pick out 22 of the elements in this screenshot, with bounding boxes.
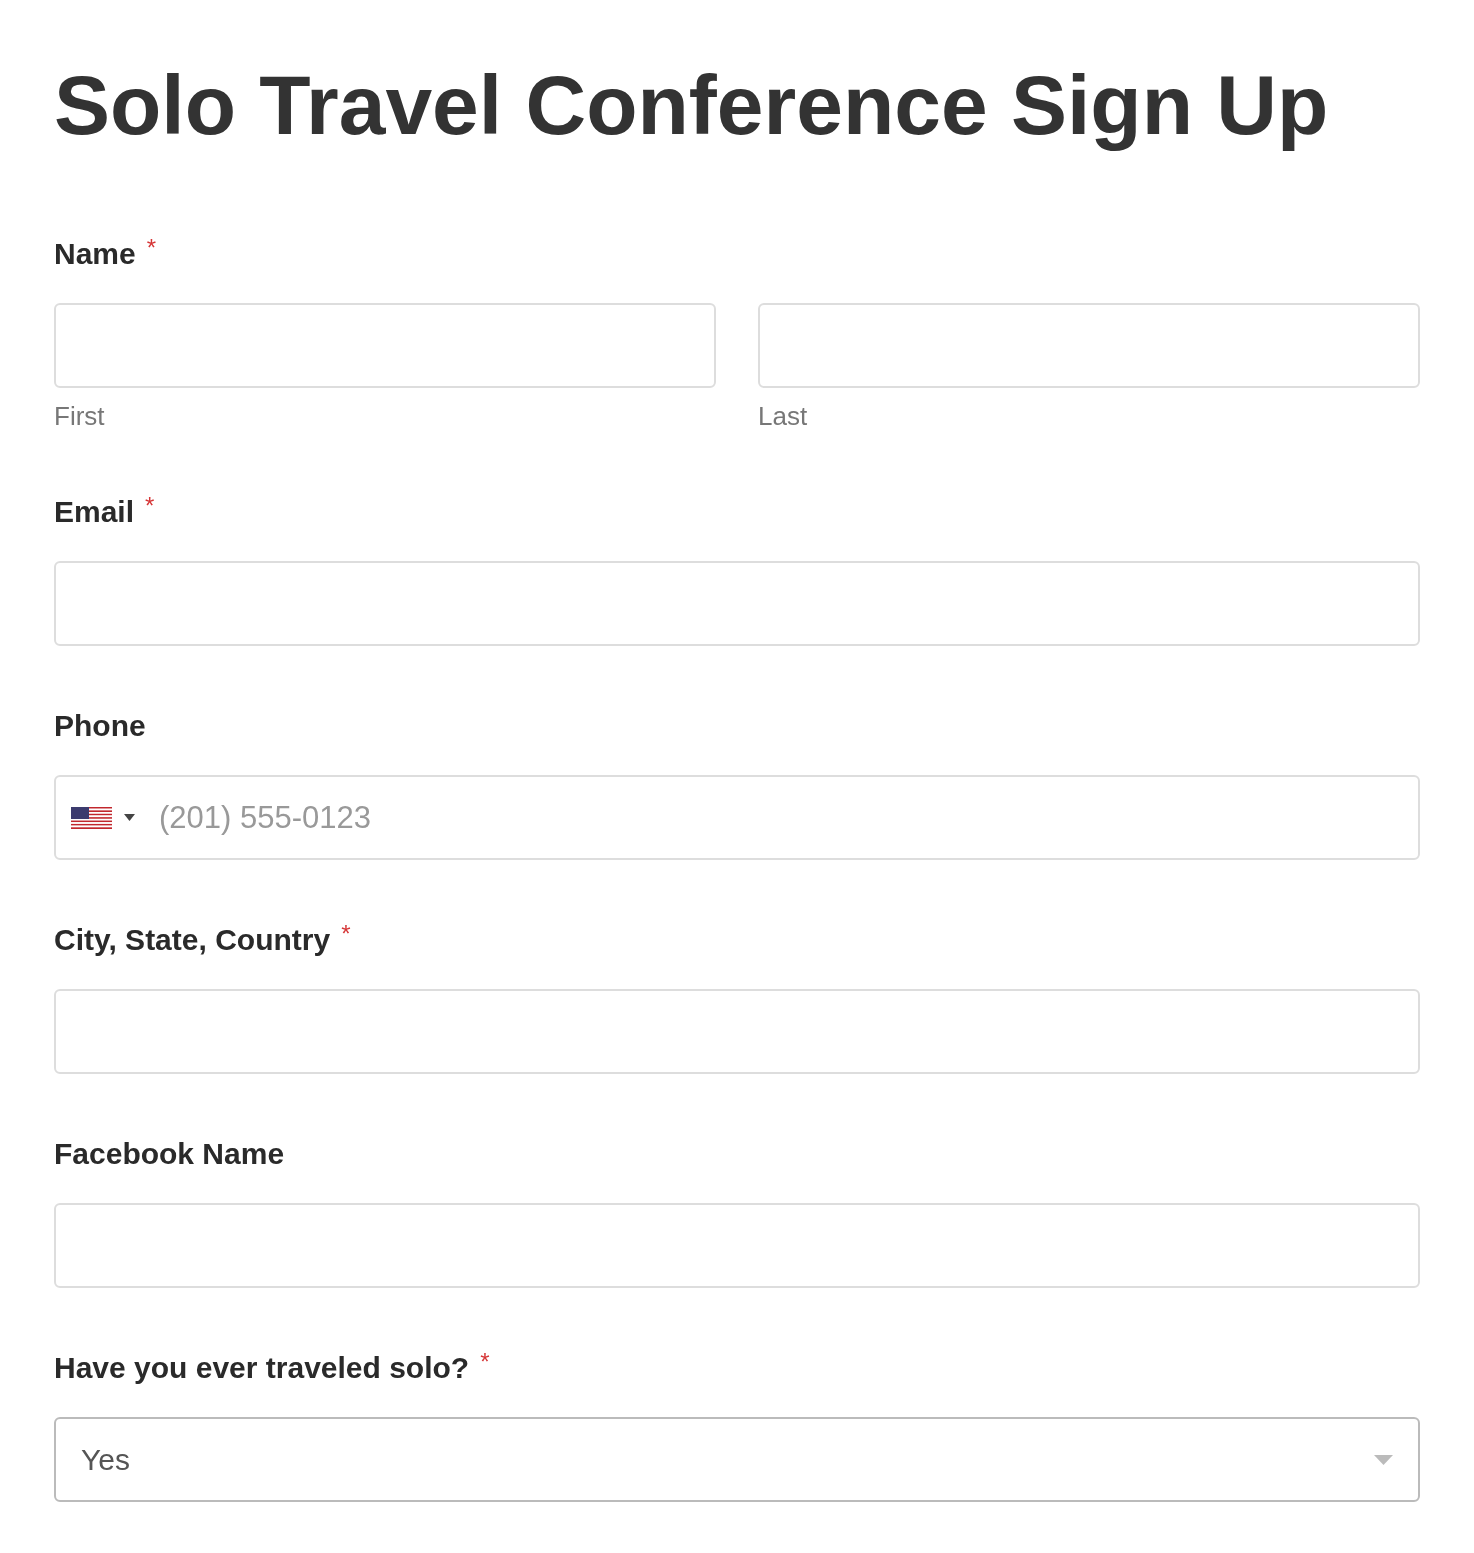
page-title: Solo Travel Conference Sign Up: [54, 57, 1330, 154]
caret-icon: [124, 814, 135, 821]
field-label: Email: [54, 494, 135, 530]
field-label: City, State, Country: [54, 922, 331, 958]
input-field[interactable]: [54, 561, 1420, 646]
input-field[interactable]: [758, 303, 1420, 388]
required-asterisk: *: [341, 922, 351, 946]
required-asterisk: *: [146, 236, 157, 260]
field-label: Name: [54, 236, 136, 272]
required-asterisk: *: [145, 494, 155, 518]
input-field[interactable]: [54, 1203, 1420, 1288]
input-field[interactable]: [54, 989, 1420, 1074]
sublabel: First: [54, 400, 105, 432]
field-label: Facebook Name: [54, 1136, 285, 1172]
field-label: Phone: [54, 708, 146, 744]
flag-icon: [71, 806, 112, 829]
field-label: Have you ever traveled solo?: [54, 1350, 470, 1386]
sublabel: Last: [758, 400, 808, 432]
caret-icon: [1374, 1454, 1393, 1465]
input-field[interactable]: [54, 303, 716, 388]
dropdown[interactable]: Yes: [54, 1417, 1420, 1502]
required-asterisk: *: [480, 1350, 490, 1374]
